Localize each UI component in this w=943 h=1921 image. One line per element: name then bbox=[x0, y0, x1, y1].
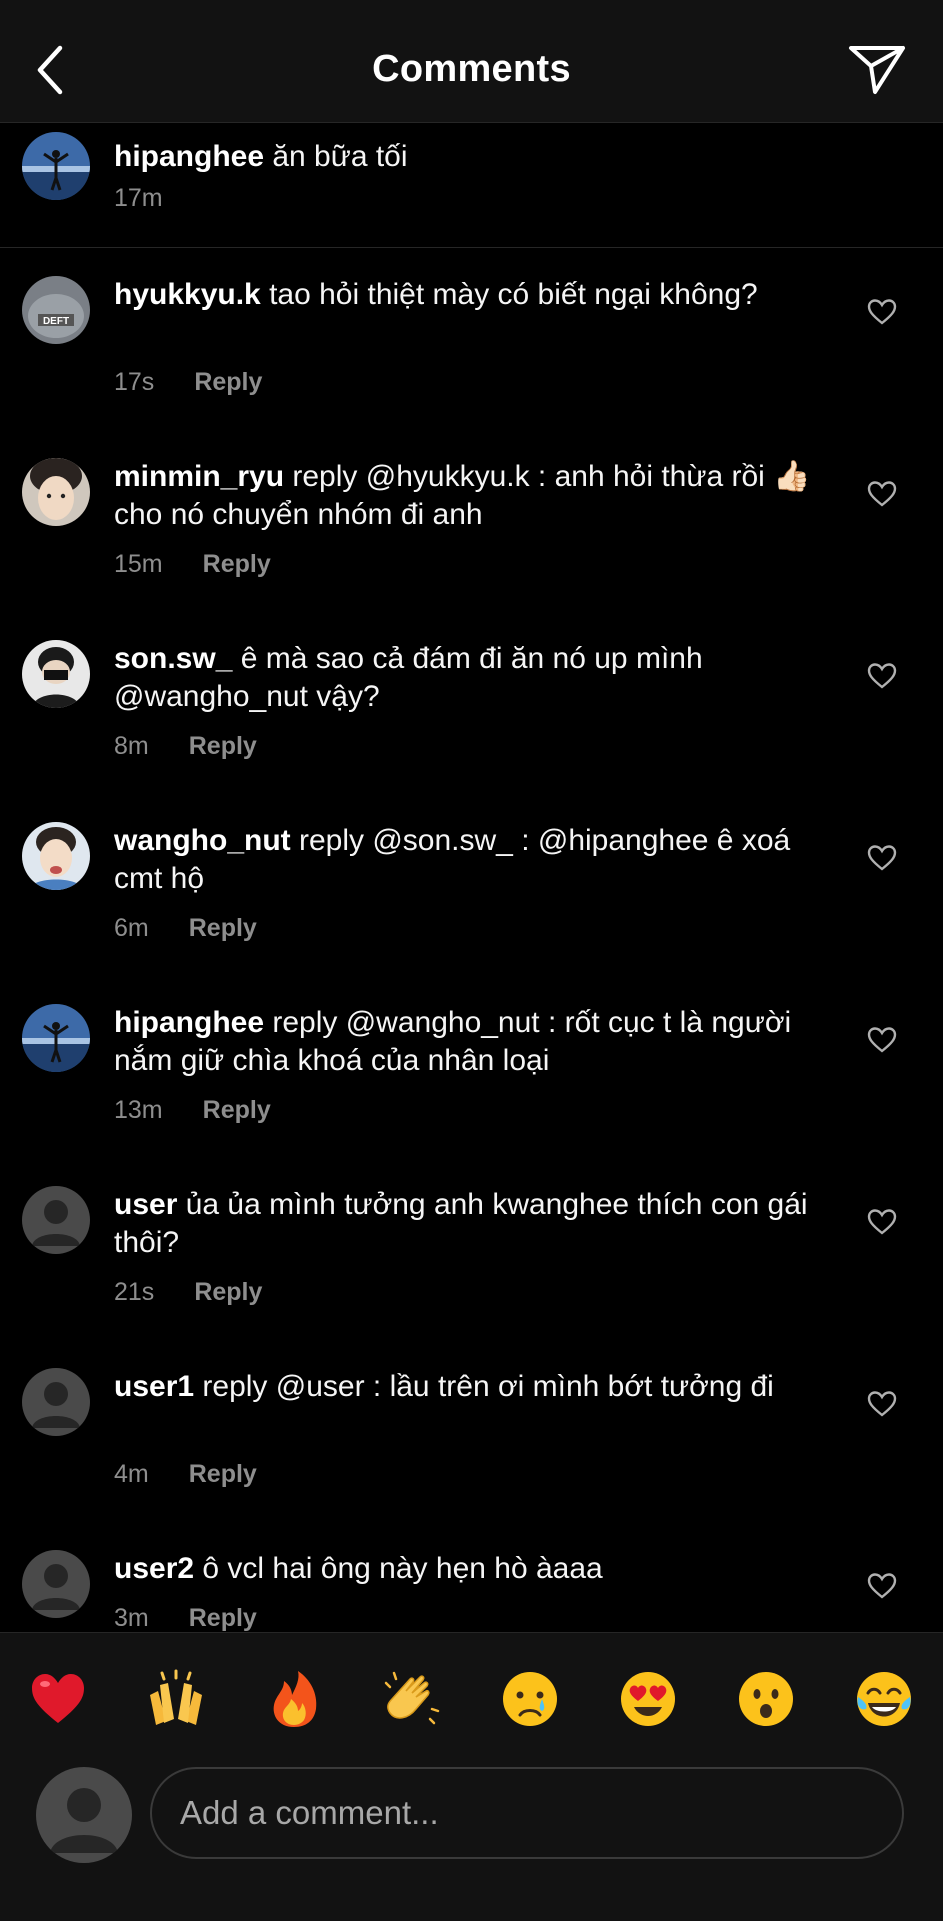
comment-body: reply @user : lầu trên ơi mình bớt tưởng… bbox=[194, 1370, 774, 1403]
reply-button[interactable]: Reply bbox=[203, 550, 271, 578]
username[interactable]: minmin_ryu bbox=[114, 460, 284, 493]
timestamp: 4m bbox=[114, 1460, 149, 1488]
comment-text: user1 reply @user : lầu trên ơi mình bớt… bbox=[114, 1368, 834, 1406]
comment-meta: 13m Reply bbox=[114, 1096, 271, 1125]
composer-avatar[interactable] bbox=[36, 1767, 132, 1863]
default-avatar-icon bbox=[22, 1550, 90, 1618]
reply-button[interactable]: Reply bbox=[194, 368, 262, 396]
crying-face-emoji-icon[interactable] bbox=[500, 1669, 560, 1729]
username[interactable]: user2 bbox=[114, 1552, 194, 1585]
avatar[interactable] bbox=[22, 1004, 90, 1072]
avatar[interactable] bbox=[22, 1550, 90, 1618]
heart-icon[interactable] bbox=[867, 1208, 897, 1236]
username[interactable]: hyukkyu.k bbox=[114, 278, 261, 311]
default-avatar-icon bbox=[36, 1767, 132, 1863]
raising-hands-emoji-icon[interactable] bbox=[146, 1669, 206, 1729]
heart-icon[interactable] bbox=[867, 662, 897, 690]
comment-meta: 8m Reply bbox=[114, 732, 257, 761]
avatar[interactable] bbox=[22, 1186, 90, 1254]
avatar-photo-icon: DEFT bbox=[22, 276, 90, 344]
default-avatar-icon bbox=[22, 1186, 90, 1254]
comment-body: ô vcl hai ông này hẹn hò àaaa bbox=[194, 1552, 603, 1585]
username[interactable]: user bbox=[114, 1188, 177, 1221]
send-icon[interactable] bbox=[847, 42, 907, 98]
comment-meta: 15m Reply bbox=[114, 550, 271, 579]
comment-meta: 6m Reply bbox=[114, 914, 257, 943]
avatar-photo-icon bbox=[22, 822, 90, 890]
header-bar: Comments bbox=[0, 0, 943, 123]
comment-body: ủa ủa mình tưởng anh kwanghee thích con … bbox=[114, 1188, 808, 1259]
username[interactable]: hipanghee bbox=[114, 140, 264, 173]
timestamp: 8m bbox=[114, 732, 149, 760]
timestamp: 17s bbox=[114, 368, 155, 396]
timestamp: 15m bbox=[114, 550, 163, 578]
comment-meta: 3m Reply bbox=[114, 1604, 257, 1633]
username[interactable]: wangho_nut bbox=[114, 824, 291, 857]
avatar[interactable] bbox=[22, 640, 90, 708]
username[interactable]: son.sw_ bbox=[114, 642, 232, 675]
comment-meta: 21s Reply bbox=[114, 1278, 262, 1307]
timestamp: 3m bbox=[114, 1604, 149, 1632]
reply-button[interactable]: Reply bbox=[189, 732, 257, 760]
comment-text: hipanghee reply @wangho_nut : rốt cục t … bbox=[114, 1004, 834, 1080]
heart-icon[interactable] bbox=[867, 1026, 897, 1054]
heart-icon[interactable] bbox=[867, 844, 897, 872]
composer-panel bbox=[0, 1632, 943, 1921]
comment-text: user2 ô vcl hai ông này hẹn hò àaaa bbox=[114, 1550, 834, 1588]
heart-icon[interactable] bbox=[867, 480, 897, 508]
avatar-photo-icon bbox=[22, 1004, 90, 1072]
avatar-photo-icon bbox=[22, 132, 90, 200]
timestamp: 21s bbox=[114, 1278, 155, 1306]
astonished-face-emoji-icon[interactable] bbox=[736, 1669, 796, 1729]
comment-text: wangho_nut reply @son.sw_ : @hipanghee ê… bbox=[114, 822, 834, 898]
clapping-hands-emoji-icon[interactable] bbox=[382, 1669, 442, 1729]
avatar[interactable] bbox=[22, 132, 90, 200]
reply-button[interactable]: Reply bbox=[194, 1278, 262, 1306]
avatar[interactable] bbox=[22, 458, 90, 526]
avatar[interactable]: DEFT bbox=[22, 276, 90, 344]
comment-text: hyukkyu.k tao hỏi thiệt mày có biết ngại… bbox=[114, 276, 834, 314]
comment-text: user ủa ủa mình tưởng anh kwanghee thích… bbox=[114, 1186, 834, 1262]
timestamp: 13m bbox=[114, 1096, 163, 1124]
caption-body: ăn bữa tối bbox=[264, 140, 408, 173]
comment-text: minmin_ryu reply @hyukkyu.k : anh hỏi th… bbox=[114, 458, 834, 534]
reply-button[interactable]: Reply bbox=[189, 914, 257, 942]
username[interactable]: hipanghee bbox=[114, 1006, 264, 1039]
reply-button[interactable]: Reply bbox=[203, 1096, 271, 1124]
comment-body: tao hỏi thiệt mày có biết ngại không? bbox=[260, 278, 758, 311]
heart-icon[interactable] bbox=[867, 1390, 897, 1418]
heart-eyes-face-emoji-icon[interactable] bbox=[618, 1669, 678, 1729]
heart-icon[interactable] bbox=[867, 298, 897, 326]
heart-icon[interactable] bbox=[867, 1572, 897, 1600]
caption-time: 17m bbox=[114, 184, 163, 213]
add-comment-input[interactable] bbox=[150, 1767, 904, 1859]
timestamp: 17m bbox=[114, 184, 163, 212]
heart-emoji-icon[interactable] bbox=[28, 1669, 88, 1729]
avatar-photo-icon bbox=[22, 640, 90, 708]
default-avatar-icon bbox=[22, 1368, 90, 1436]
page-title: Comments bbox=[372, 48, 571, 90]
reply-button[interactable]: Reply bbox=[189, 1604, 257, 1632]
comment-meta: 4m Reply bbox=[114, 1460, 257, 1489]
avatar-photo-icon bbox=[22, 458, 90, 526]
comment-meta: 17s Reply bbox=[114, 368, 262, 397]
caption-text: hipanghee ăn bữa tối bbox=[114, 138, 834, 176]
avatar[interactable] bbox=[22, 1368, 90, 1436]
username[interactable]: user1 bbox=[114, 1370, 194, 1403]
post-caption: hipanghee ăn bữa tối 17m bbox=[0, 122, 943, 248]
comment-text: son.sw_ ê mà sao cả đám đi ăn nó up mình… bbox=[114, 640, 834, 716]
reply-button[interactable]: Reply bbox=[189, 1460, 257, 1488]
timestamp: 6m bbox=[114, 914, 149, 942]
svg-text:DEFT: DEFT bbox=[43, 316, 69, 327]
fire-emoji-icon[interactable] bbox=[264, 1669, 324, 1729]
avatar[interactable] bbox=[22, 822, 90, 890]
tears-of-joy-face-emoji-icon[interactable] bbox=[854, 1669, 914, 1729]
